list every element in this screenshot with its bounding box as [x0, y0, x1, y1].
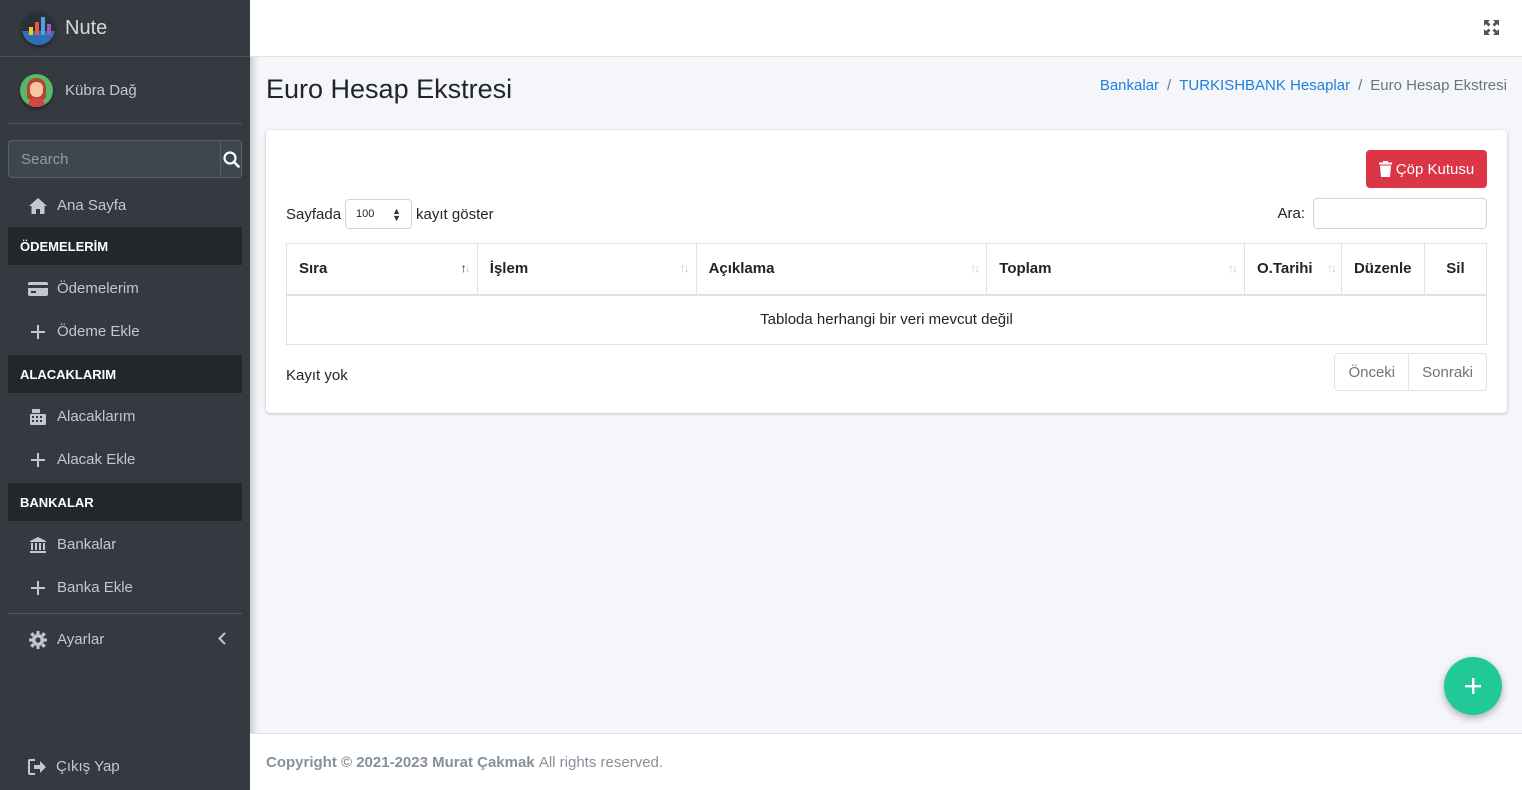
- sort-icon: ↑↓: [970, 261, 980, 275]
- column-header-sil: Sil: [1423, 243, 1488, 296]
- plus-icon: [28, 450, 48, 470]
- brand-name: Nute: [65, 16, 108, 39]
- sidebar-item-label: Ödeme Ekle: [57, 323, 140, 340]
- nav-header-banks: BANKALAR: [8, 483, 242, 521]
- search-icon: [222, 150, 240, 168]
- nav-header-receivables: ALACAKLARIM: [8, 355, 242, 393]
- fullscreen-button[interactable]: [1484, 20, 1500, 36]
- trash-icon: [1378, 161, 1392, 177]
- page-title: Euro Hesap Ekstresi: [266, 74, 513, 104]
- sign-out-icon: [28, 758, 47, 775]
- breadcrumb-turkishbank[interactable]: TURKISHBANK Hesaplar: [1179, 77, 1350, 94]
- table-info: Kayıt yok: [286, 367, 348, 384]
- sidebar-item-add-receivable[interactable]: Alacak Ekle: [8, 440, 242, 479]
- user-name[interactable]: Kübra Dağ: [65, 82, 137, 99]
- breadcrumb: Bankalar / TURKISHBANK Hesaplar / Euro H…: [1100, 77, 1507, 94]
- brand-logo-icon: [22, 11, 55, 45]
- footer-copyright: Copyright © 2021-2023 Murat Çakmak: [266, 753, 535, 771]
- sidebar-item-banks[interactable]: Bankalar: [8, 525, 242, 564]
- breadcrumb-banks[interactable]: Bankalar: [1100, 77, 1159, 94]
- content-header: Euro Hesap Ekstresi Bankalar / TURKISHBA…: [266, 72, 1507, 108]
- empty-table-message: Tabloda herhangi bir veri mevcut değil: [286, 294, 1487, 345]
- trash-button-label: Çöp Kutusu: [1395, 160, 1475, 178]
- length-prefix: Sayfada: [286, 205, 342, 223]
- sidebar-item-home[interactable]: Ana Sayfa: [8, 186, 242, 225]
- brand-link[interactable]: Nute: [0, 0, 250, 57]
- length-select[interactable]: 100 ▲ ▼: [345, 199, 413, 229]
- column-header-islem[interactable]: İşlem ↑↓: [476, 243, 697, 296]
- filter-input[interactable]: [1313, 198, 1487, 229]
- expand-icon: [1484, 20, 1499, 35]
- column-header-otarihi[interactable]: O.Tarihi ↑↓: [1244, 243, 1342, 296]
- sort-icon: ↑↓: [460, 261, 471, 275]
- sidebar-item-label: Banka Ekle: [57, 579, 133, 596]
- table-row: Tabloda herhangi bir veri mevcut değil: [286, 294, 1487, 345]
- sidebar-item-payments[interactable]: Ödemelerim: [8, 269, 242, 308]
- length-select-value: 100: [356, 208, 375, 220]
- filter-label: Ara:: [1277, 205, 1305, 222]
- chevron-left-icon: [218, 632, 226, 649]
- university-icon: [28, 535, 48, 555]
- gear-icon: [28, 630, 48, 650]
- statement-card: Çöp Kutusu Sayfada 100 ▲ ▼ kayıt göster A…: [266, 130, 1507, 413]
- add-floating-button[interactable]: [1444, 657, 1502, 715]
- statement-table: Sıra ↑↓ İşlem ↑↓ Açıklama ↑↓ Toplam ↑↓ O.Tar…: [286, 243, 1488, 345]
- logout-link[interactable]: Çıkış Yap: [8, 749, 242, 784]
- nav-header-payments: ÖDEMELERİM: [8, 227, 242, 265]
- sidebar-item-add-payment[interactable]: Ödeme Ekle: [8, 312, 242, 351]
- sidebar-search: [8, 140, 242, 178]
- sidebar-item-label: Bankalar: [57, 536, 117, 553]
- search-input[interactable]: [8, 140, 220, 178]
- search-button[interactable]: [220, 140, 242, 178]
- sidebar-item-settings[interactable]: Ayarlar: [8, 620, 242, 659]
- footer-rights: All rights reserved.: [538, 753, 664, 771]
- length-suffix: kayıt göster: [416, 205, 494, 223]
- home-icon: [28, 196, 48, 216]
- breadcrumb-separator: /: [1167, 77, 1172, 94]
- sidebar-item-receivables[interactable]: Alacaklarım: [8, 397, 242, 436]
- column-header-toplam[interactable]: Toplam ↑↓: [986, 243, 1245, 296]
- column-header-sira[interactable]: Sıra ↑↓: [286, 243, 478, 296]
- cash-register-icon: [28, 407, 48, 427]
- column-header-aciklama[interactable]: Açıklama ↑↓: [695, 243, 988, 296]
- plus-icon: [1465, 678, 1481, 694]
- sidebar-item-add-bank[interactable]: Banka Ekle: [8, 568, 242, 607]
- sort-icon: ↑↓: [1228, 261, 1238, 275]
- sidebar-divider: [8, 613, 242, 614]
- trash-button[interactable]: Çöp Kutusu: [1366, 150, 1487, 188]
- logout-label: Çıkış Yap: [56, 758, 120, 775]
- breadcrumb-separator: /: [1358, 77, 1363, 94]
- breadcrumb-current: Euro Hesap Ekstresi: [1370, 77, 1507, 94]
- sidebar-item-label: Alacaklarım: [57, 408, 136, 425]
- next-button[interactable]: Sonraki: [1409, 353, 1487, 391]
- avatar: [20, 73, 53, 107]
- table-length: Sayfada 100 ▲ ▼ kayıt göster: [286, 199, 494, 229]
- main-sidebar: Nute Kübra Dağ Ana Sayfa ÖDEMELERİM Ödem…: [0, 0, 250, 790]
- sidebar-item-label: Ayarlar: [57, 631, 105, 648]
- sidebar-nav: Ana Sayfa ÖDEMELERİM Ödemelerim Ödeme Ek…: [0, 186, 250, 659]
- sort-icon: ↑↓: [1326, 261, 1337, 275]
- main-footer: Copyright © 2021-2023 Murat Çakmak All r…: [250, 733, 1522, 790]
- top-navbar: [250, 0, 1522, 57]
- select-arrows-icon: ▲ ▼: [392, 206, 402, 223]
- previous-button[interactable]: Önceki: [1334, 353, 1410, 391]
- pagination: Önceki Sonraki: [1334, 353, 1487, 391]
- column-header-duzenle: Düzenle: [1340, 243, 1425, 296]
- user-panel[interactable]: Kübra Dağ: [8, 57, 242, 124]
- table-filter: Ara:: [1277, 198, 1487, 229]
- sidebar-item-label: Ana Sayfa: [57, 197, 127, 214]
- sort-icon: ↑↓: [679, 261, 690, 275]
- plus-icon: [28, 578, 48, 598]
- sidebar-item-label: Ödemelerim: [57, 280, 139, 297]
- credit-card-icon: [28, 279, 48, 299]
- plus-icon: [28, 322, 48, 342]
- sidebar-item-label: Alacak Ekle: [57, 451, 136, 468]
